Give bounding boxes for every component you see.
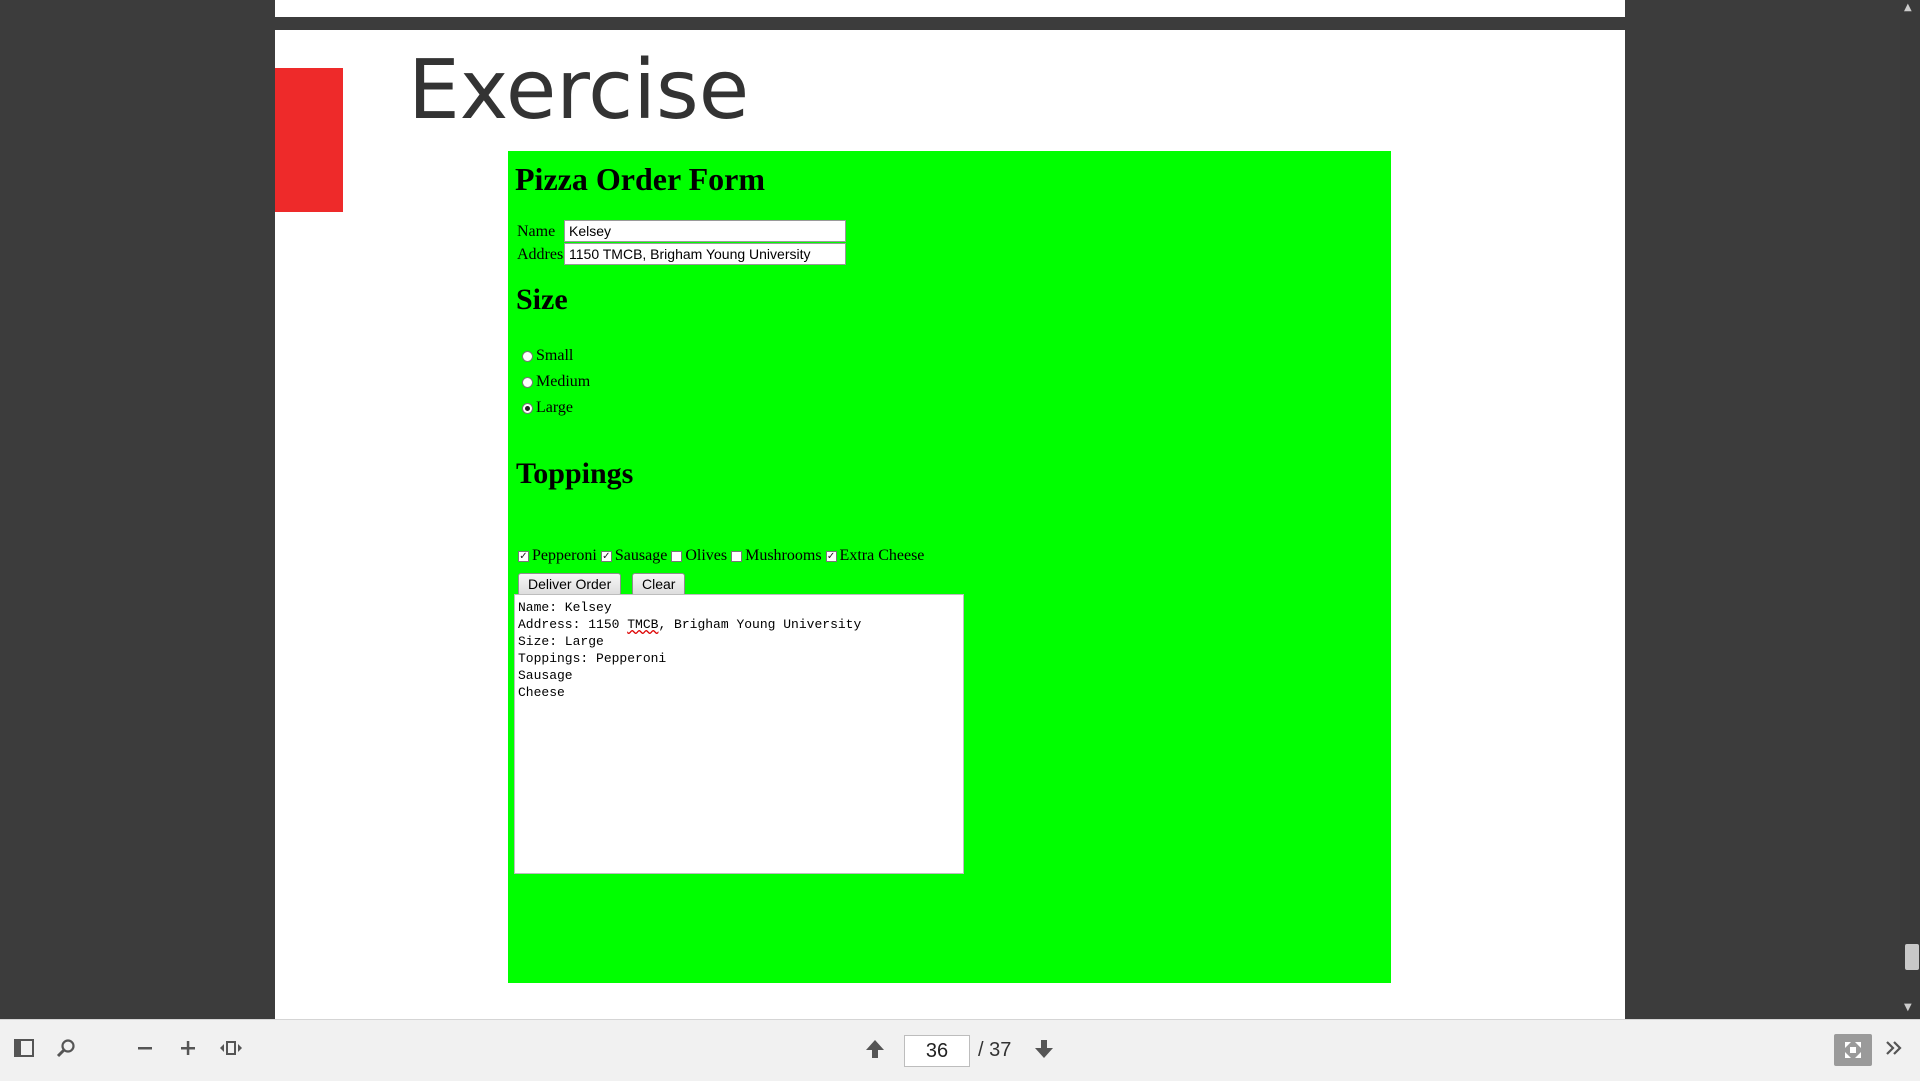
form-heading: Pizza Order Form bbox=[515, 161, 765, 197]
scrollbar-thumb[interactable] bbox=[1905, 944, 1919, 970]
output-line: Size: Large bbox=[518, 634, 604, 649]
output-line: Toppings: Pepperoni bbox=[518, 651, 667, 666]
size-label-small: Small bbox=[536, 347, 574, 364]
clear-button[interactable]: Clear bbox=[632, 573, 686, 596]
scroll-up-icon[interactable]: ▲ bbox=[1904, 2, 1912, 13]
arrow-down-icon[interactable] bbox=[1033, 1038, 1055, 1064]
current-page: Exercise Pizza Order Form Name Kelsey Ad… bbox=[275, 30, 1625, 1019]
sidebar-icon[interactable] bbox=[14, 1038, 34, 1062]
page-number-input[interactable]: 36 bbox=[904, 1035, 970, 1067]
order-output-textarea[interactable]: Name: Kelsey Address: 1150 TMCB, Brigham … bbox=[514, 594, 964, 874]
size-option-small[interactable]: Small bbox=[522, 347, 573, 365]
page-count: / 37 bbox=[978, 1039, 1012, 1061]
fullscreen-icon[interactable] bbox=[1834, 1034, 1872, 1066]
search-icon[interactable] bbox=[56, 1038, 76, 1062]
topping-label-pepperoni: Pepperoni bbox=[532, 547, 597, 564]
output-line: Address: 1150 TMCB, Brigham Young Univer… bbox=[518, 617, 862, 632]
red-accent-bar bbox=[275, 68, 343, 212]
size-heading: Size bbox=[516, 283, 568, 316]
checkbox-pepperoni[interactable]: ✓ bbox=[518, 550, 529, 562]
chevron-double-right-icon[interactable] bbox=[1884, 1038, 1904, 1062]
radio-medium[interactable] bbox=[522, 376, 533, 388]
size-option-medium[interactable]: Medium bbox=[522, 373, 590, 391]
scroll-down-icon[interactable]: ▼ bbox=[1904, 1002, 1912, 1013]
topping-label-sausage: Sausage bbox=[614, 547, 668, 564]
slide-title: Exercise bbox=[408, 43, 750, 138]
topping-label-olives: Olives bbox=[685, 547, 728, 564]
fit-width-icon[interactable] bbox=[219, 1038, 243, 1062]
toppings-row: ✓ Pepperoni ✓ Sausage Olives Mushrooms ✓… bbox=[518, 547, 928, 565]
arrow-up-icon[interactable] bbox=[864, 1038, 886, 1064]
toppings-heading: Toppings bbox=[516, 457, 634, 490]
viewer-toolbar: 36 / 37 bbox=[0, 1019, 1920, 1081]
address-label: Address bbox=[517, 246, 570, 263]
output-line: Cheese bbox=[518, 685, 565, 700]
address-field[interactable]: 1150 TMCB, Brigham Young University bbox=[564, 243, 846, 265]
name-field[interactable]: Kelsey bbox=[564, 220, 846, 242]
size-label-large: Large bbox=[536, 399, 574, 416]
size-option-large[interactable]: Large bbox=[522, 399, 573, 417]
previous-page bbox=[275, 0, 1625, 17]
checkbox-mushrooms[interactable] bbox=[731, 550, 743, 562]
checkbox-extra-cheese[interactable]: ✓ bbox=[825, 550, 837, 562]
document-viewport[interactable]: Exercise Pizza Order Form Name Kelsey Ad… bbox=[0, 0, 1900, 1019]
pizza-form-screenshot: Pizza Order Form Name Kelsey Address 115… bbox=[508, 151, 1391, 983]
deliver-order-button[interactable]: Deliver Order bbox=[518, 573, 622, 596]
name-label: Name bbox=[517, 223, 556, 240]
radio-large[interactable] bbox=[522, 402, 533, 414]
size-label-medium: Medium bbox=[536, 373, 591, 390]
output-address-word: TMCB bbox=[627, 617, 659, 632]
vertical-scrollbar[interactable]: ▲ ▼ bbox=[1900, 0, 1920, 1019]
topping-label-mushrooms: Mushrooms bbox=[745, 547, 822, 564]
output-line: Sausage bbox=[518, 668, 573, 683]
radio-small[interactable] bbox=[522, 350, 533, 362]
output-line: Name: Kelsey bbox=[518, 600, 612, 615]
minus-icon[interactable] bbox=[136, 1038, 154, 1062]
topping-label-extra-cheese: Extra Cheese bbox=[839, 547, 925, 564]
checkbox-olives[interactable] bbox=[671, 550, 683, 562]
checkbox-sausage[interactable]: ✓ bbox=[600, 550, 612, 562]
plus-icon[interactable] bbox=[179, 1038, 197, 1062]
